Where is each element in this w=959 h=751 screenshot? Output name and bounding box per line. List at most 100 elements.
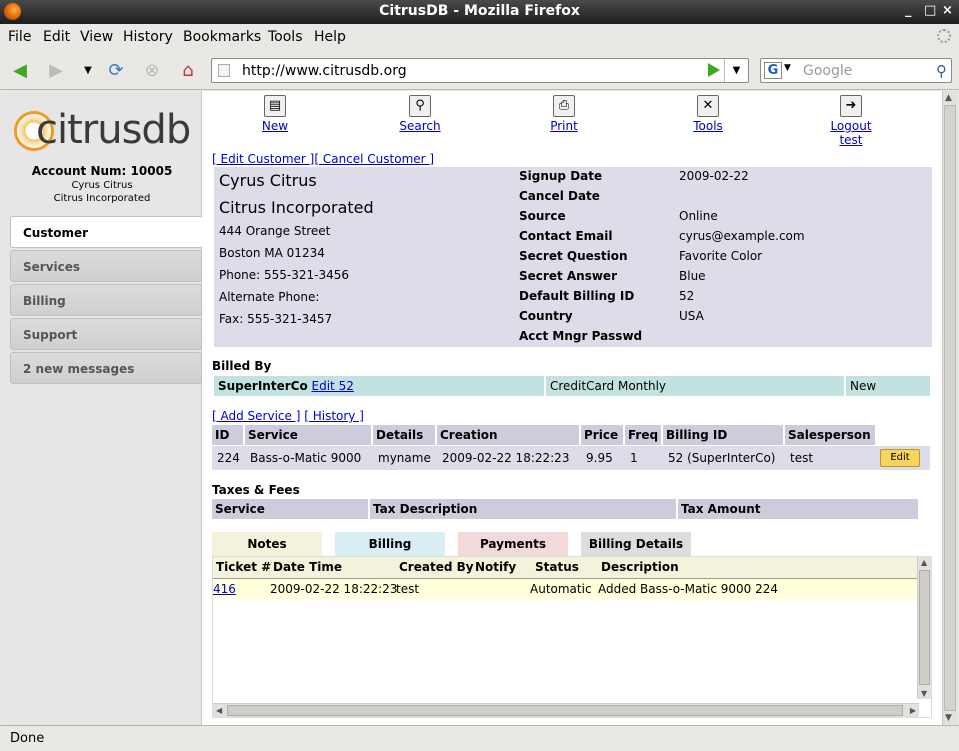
detail-key: Default Billing ID — [519, 289, 635, 303]
tab-notes[interactable]: Notes — [212, 532, 322, 556]
menu-tools[interactable]: Tools — [268, 29, 303, 45]
tab-payments[interactable]: Payments — [458, 532, 568, 556]
ticket-link[interactable]: 416 — [213, 582, 236, 596]
edit-service-button[interactable]: Edit — [880, 449, 920, 467]
col-header: Created By — [399, 560, 474, 574]
col-header: Service — [212, 499, 368, 519]
menu-bookmarks[interactable]: Bookmarks — [183, 29, 261, 45]
tool-print[interactable]: ⎙ Print — [548, 95, 580, 133]
minimize-icon[interactable]: _ — [905, 3, 912, 18]
tool-new[interactable]: ▤ New — [260, 95, 290, 133]
maximize-icon[interactable]: □ — [924, 3, 936, 18]
detail-value: Blue — [679, 269, 706, 283]
stop-icon[interactable]: ⊗ — [140, 58, 164, 82]
sidebar: citrusdb Account Num: 10005 Cyrus Citrus… — [2, 91, 202, 725]
service-name: Bass-o-Matic 9000 — [250, 451, 362, 465]
scroll-up-icon[interactable]: ▲ — [921, 558, 927, 567]
detail-key: Contact Email — [519, 229, 613, 243]
status-text: Done — [10, 731, 45, 746]
sidebar-tab-customer[interactable]: Customer — [10, 216, 202, 248]
scroll-up-icon[interactable]: ▲ — [945, 93, 952, 103]
tools-link[interactable]: Tools — [690, 119, 726, 133]
throbber-icon — [937, 29, 951, 43]
col-header: Ticket # — [216, 560, 272, 574]
tab-billing[interactable]: Billing — [335, 532, 445, 556]
menu-view[interactable]: View — [80, 29, 113, 45]
scroll-left-icon[interactable]: ◀ — [216, 706, 222, 715]
sidebar-tab-messages[interactable]: 2 new messages — [10, 352, 202, 384]
col-header: Price — [581, 425, 623, 445]
url-text[interactable]: http://www.citrusdb.org — [242, 63, 407, 79]
url-dropdown-icon[interactable]: ▼ — [724, 59, 748, 82]
window-title: CitrusDB - Mozilla Firefox — [379, 3, 580, 19]
home-icon[interactable]: ⌂ — [176, 58, 200, 82]
detail-key: Acct Mngr Passwd — [519, 329, 643, 343]
search-placeholder[interactable]: Google — [803, 63, 852, 79]
sidebar-tab-support[interactable]: Support — [10, 318, 202, 350]
forward-icon[interactable]: ▶ — [44, 58, 68, 82]
scroll-down-icon[interactable]: ▼ — [945, 713, 952, 723]
reload-icon[interactable]: ⟳ — [104, 58, 128, 82]
add-service-link[interactable]: [ Add Service ] — [212, 409, 300, 423]
search-box[interactable]: G ▼ Google ⚲ — [760, 58, 952, 83]
new-link[interactable]: New — [260, 119, 290, 133]
tool-logout[interactable]: ➜ Logout test — [818, 95, 884, 147]
window-titlebar: CitrusDB - Mozilla Firefox _ □ × — [0, 0, 959, 24]
tool-tools[interactable]: ✕ Tools — [690, 95, 726, 133]
menu-history[interactable]: History — [123, 29, 173, 45]
detail-key: Secret Question — [519, 249, 628, 263]
tab-billing-details[interactable]: Billing Details — [581, 532, 691, 556]
detail-key: Country — [519, 309, 573, 323]
cancel-customer-link[interactable]: [ Cancel Customer ] — [314, 152, 434, 166]
col-header: Salesperson — [785, 425, 875, 445]
google-icon[interactable]: G — [764, 62, 782, 79]
edit-customer-link[interactable]: [ Edit Customer ] — [212, 152, 314, 166]
billed-by-heading: Billed By — [212, 359, 272, 373]
edit-billing-link[interactable]: Edit 52 — [312, 379, 354, 393]
magnifier-icon: ⚲ — [409, 95, 431, 117]
tool-search[interactable]: ⚲ Search — [398, 95, 442, 133]
detail-key: Signup Date — [519, 169, 603, 183]
main-panel: ▤ New ⚲ Search ⎙ Print ✕ Tools ➜ Logout … — [210, 91, 940, 725]
citrusdb-logo: citrusdb — [14, 107, 194, 159]
scroll-thumb[interactable] — [919, 570, 930, 685]
col-header: Tax Description — [370, 499, 676, 519]
detail-value: 52 — [679, 289, 695, 303]
col-header: Description — [601, 560, 679, 574]
note-status: Automatic — [530, 582, 592, 596]
close-icon[interactable]: × — [942, 3, 953, 18]
scroll-right-icon[interactable]: ▶ — [910, 706, 916, 715]
page-vertical-scrollbar[interactable]: ▲ ▼ — [942, 91, 957, 725]
detail-key: Secret Answer — [519, 269, 617, 283]
service-id: 224 — [217, 451, 240, 465]
table-row: 416 2009-02-22 18:22:23 test Automatic A… — [213, 579, 917, 599]
search-icon[interactable]: ⚲ — [936, 62, 947, 80]
search-link[interactable]: Search — [398, 119, 442, 133]
detail-key: Source — [519, 209, 566, 223]
url-bar[interactable]: http://www.citrusdb.org ▼ — [211, 58, 749, 83]
search-engine-dropdown-icon[interactable]: ▼ — [784, 63, 791, 73]
history-dropdown-icon[interactable]: ▼ — [76, 58, 100, 82]
menu-edit[interactable]: Edit — [43, 29, 70, 45]
page-content: citrusdb Account Num: 10005 Cyrus Citrus… — [2, 91, 942, 725]
sidebar-tab-services[interactable]: Services — [10, 250, 202, 282]
menu-file[interactable]: File — [8, 29, 31, 45]
scroll-down-icon[interactable]: ▼ — [921, 689, 927, 698]
notes-horizontal-scrollbar[interactable]: ◀ ▶ — [213, 703, 919, 717]
account-number: Account Num: 10005 — [2, 164, 202, 178]
notes-vertical-scrollbar[interactable]: ▲ ▼ — [917, 557, 931, 699]
note-datetime: 2009-02-22 18:22:23 — [270, 582, 398, 596]
menu-help[interactable]: Help — [314, 29, 346, 45]
service-history-link[interactable]: [ History ] — [304, 409, 364, 423]
customer-street: 444 Orange Street — [219, 224, 331, 238]
customer-alt-phone: Alternate Phone: — [219, 290, 320, 304]
col-header: Creation — [437, 425, 579, 445]
scroll-thumb[interactable] — [944, 105, 956, 711]
logout-link[interactable]: Logout test — [818, 119, 884, 147]
scroll-thumb[interactable] — [227, 705, 903, 716]
print-link[interactable]: Print — [548, 119, 580, 133]
sidebar-tab-billing[interactable]: Billing — [10, 284, 202, 316]
detail-value: USA — [679, 309, 704, 323]
go-icon[interactable] — [708, 63, 720, 77]
back-icon[interactable]: ◀ — [8, 58, 32, 82]
